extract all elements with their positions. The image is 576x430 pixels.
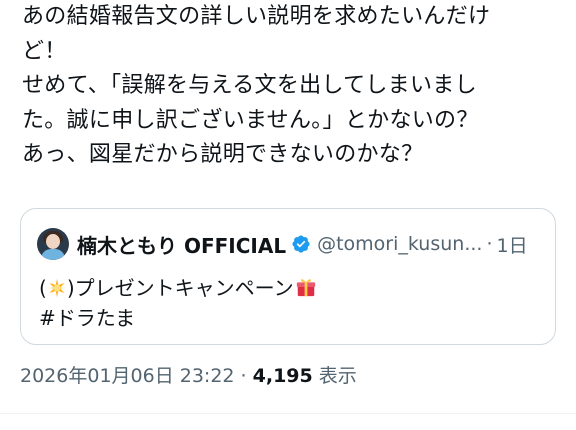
quoted-post-age[interactable]: 1日	[496, 231, 527, 258]
quoted-tweet-card[interactable]: 楠木ともり OFFICIAL @tomori_kusun... · 1日 ( )…	[20, 208, 556, 345]
gift-emoji-icon	[296, 279, 315, 297]
tweet-detail: あの結婚報告文の詳しい説明を求めたいんだけ ど！ せめて、「誤解を与える文を出し…	[0, 0, 576, 430]
quoted-tweet-header: 楠木ともり OFFICIAL @tomori_kusun... · 1日	[37, 227, 541, 261]
tweet-meta: 2026年01月06日 23:22 · 4,195 表示	[20, 361, 357, 388]
views-label: 表示	[312, 365, 357, 387]
glowing-star-emoji-icon	[47, 278, 66, 298]
avatar[interactable]	[37, 228, 69, 260]
tweet-text-line: あの結婚報告文の詳しい説明を求めたいんだけ	[22, 4, 491, 29]
tweet-text-line: せめて、「誤解を与える文を出してしまいまし	[22, 73, 477, 98]
tweet-text-line: ど！	[22, 38, 67, 64]
verified-badge-icon	[292, 235, 310, 253]
tweet-text-line: あっ、図星だから説明できないのかな？	[22, 142, 424, 167]
quoted-handle[interactable]: @tomori_kusun...	[317, 233, 482, 255]
quoted-text-line: ( )プレゼントキャンペーン	[39, 273, 317, 303]
tweet-text-line: た。誠に申し訳ございません。」とかないの？	[22, 107, 479, 133]
divider	[0, 413, 576, 414]
quoted-tweet-text: ( )プレゼントキャンペーン #ドラたま	[39, 273, 317, 333]
tweet-timestamp[interactable]: 2026年01月06日 23:22	[20, 365, 235, 387]
tweet-text: あの結婚報告文の詳しい説明を求めたいんだけ ど！ せめて、「誤解を与える文を出し…	[22, 0, 562, 173]
quoted-text-hashtag[interactable]: #ドラたま	[39, 303, 317, 333]
quoted-display-name[interactable]: 楠木ともり OFFICIAL	[77, 230, 286, 259]
separator-dot: ·	[234, 365, 253, 387]
views-count: 4,195	[252, 365, 313, 387]
separator-dot: ·	[486, 233, 493, 255]
